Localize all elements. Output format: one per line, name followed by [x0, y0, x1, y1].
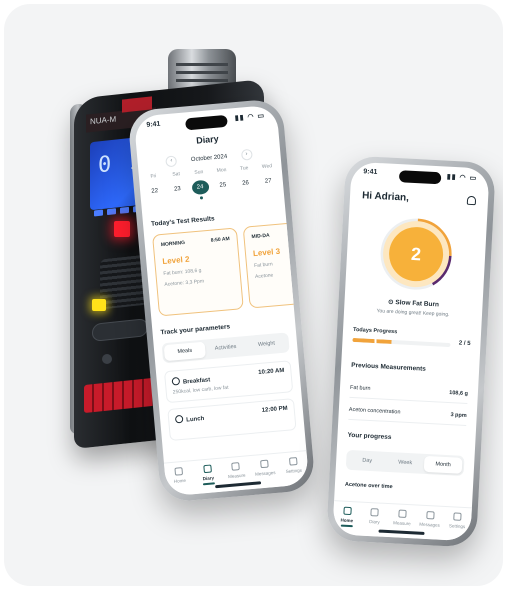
tab-settings[interactable]: Settings	[281, 456, 307, 486]
tab-week[interactable]: Week	[386, 454, 425, 472]
clock-icon	[171, 376, 181, 386]
meal-item-breakfast[interactable]: Breakfast 10:20 AM 250kcal, low carb, low…	[163, 360, 294, 404]
progress-count: 2 / 5	[458, 340, 471, 348]
test-period: MORNING	[160, 239, 186, 249]
day-fri[interactable]: Fri 22	[145, 173, 165, 204]
status-bar: 9:41 ▮▮ ◠ ▭	[363, 168, 477, 186]
tab-home[interactable]: Home	[334, 506, 359, 535]
phone-home: 9:41 ▮▮ ◠ ▭ Hi Adrian, 2 ⊙ Slow Fat Burn…	[326, 155, 496, 548]
day-mon[interactable]: Mon 25	[213, 167, 233, 198]
day-tue[interactable]: Tue 26	[236, 165, 256, 196]
home-screen: 9:41 ▮▮ ◠ ▭ Hi Adrian, 2 ⊙ Slow Fat Burn…	[332, 161, 490, 542]
day-sat[interactable]: Sat 23	[167, 171, 187, 202]
tab-day[interactable]: Day	[348, 452, 387, 470]
calendar-icon	[370, 508, 380, 517]
home-icon	[174, 467, 184, 476]
chevron-right-icon[interactable]: ›	[240, 148, 253, 161]
wrench-icon	[288, 457, 298, 466]
signal-wifi-battery-icon: ▮▮ ◠ ▭	[446, 173, 478, 183]
phone-diary: 9:41 ▮▮ ◠ ▭ Diary ‹ October 2024 › Fri 22…	[127, 97, 316, 504]
tab-messages[interactable]: Messages	[417, 511, 442, 540]
progress-fill	[352, 337, 392, 344]
test-card-midday[interactable]: MID-DA Level 3 Fat burn Acetone	[242, 219, 310, 309]
tab-settings[interactable]: Settings	[444, 512, 469, 541]
measurement-row[interactable]: Aceton concentration 3 ppm	[348, 399, 468, 426]
month-label: October 2024	[190, 153, 228, 163]
tab-diary[interactable]: Diary	[195, 464, 221, 494]
home-icon	[343, 506, 352, 516]
measure-icon	[231, 462, 241, 471]
progress-bar	[352, 337, 451, 348]
prev-measurements-title: Previous Measurements	[351, 361, 427, 373]
chevron-left-icon[interactable]: ‹	[165, 155, 178, 168]
showcase-card: NUA-M 0 1_ 9:41 ▮▮ ◠ ▭ Diary ‹ October 2…	[4, 4, 503, 586]
meal-item-lunch[interactable]: Lunch 12:00 PM	[167, 398, 297, 442]
bottom-tab-bar: Home Diary Measure Messages Settings	[163, 450, 310, 497]
tab-month[interactable]: Month	[423, 455, 463, 474]
week-strip: Fri 22 Sat 23 Sun 24 Mon 25 Tue 26 Wed 27	[145, 163, 278, 204]
acetone-chart-title: Acetone over time	[344, 481, 393, 491]
status-time: 9:41	[363, 168, 378, 176]
day-wed[interactable]: Wed 27	[258, 163, 278, 194]
calendar-icon	[203, 464, 212, 474]
device-screw	[102, 354, 112, 364]
test-acetone: Acetone	[254, 272, 274, 280]
params-section-title: Track your parameters	[160, 323, 231, 337]
test-fat-burn: Fat burn	[253, 261, 273, 270]
tab-home[interactable]: Home	[167, 466, 193, 496]
measure-icon	[398, 509, 407, 518]
test-card-morning[interactable]: MORNING 8:50 AM Level 2 Fat burn: 108,6 g…	[152, 227, 244, 317]
test-period: MID-DA	[251, 232, 270, 241]
test-time: 8:50 AM	[210, 236, 230, 244]
red-led-indicator	[114, 221, 130, 237]
day-sun-selected[interactable]: Sun 24	[190, 169, 210, 200]
bell-icon[interactable]	[466, 195, 477, 206]
yellow-led-indicator	[92, 299, 106, 311]
status-time: 9:41	[146, 120, 161, 129]
signal-wifi-battery-icon: ▮▮ ◠ ▭	[234, 112, 266, 123]
test-fat-burn: Fat burn: 108,6 g	[163, 267, 202, 277]
test-level: Level 3	[252, 246, 281, 259]
params-tabs: Meals Activities Weight	[161, 332, 290, 364]
diary-screen: 9:41 ▮▮ ◠ ▭ Diary ‹ October 2024 › Fri 22…	[133, 104, 310, 497]
tab-weight[interactable]: Weight	[245, 334, 287, 354]
chat-icon	[260, 459, 269, 469]
tab-meals[interactable]: Meals	[163, 341, 206, 362]
test-acetone: Acetone: 3,3 Ppm	[164, 278, 205, 288]
tests-section-title: Today's Test Results	[150, 215, 215, 228]
plate-icon	[174, 414, 184, 424]
wrench-icon	[453, 512, 462, 521]
progress-title: Todays Progress	[352, 326, 398, 336]
level-gauge: 2	[377, 215, 455, 293]
bottom-tab-bar: Home Diary Measure Messages Settings	[332, 500, 472, 542]
tab-activities[interactable]: Activities	[205, 338, 247, 358]
range-tabs: Day Week Month	[345, 449, 465, 476]
chat-icon	[425, 511, 435, 520]
test-level: Level 2	[161, 254, 190, 266]
greeting: Hi Adrian,	[361, 190, 410, 204]
your-progress-title: Your progress	[347, 431, 392, 442]
